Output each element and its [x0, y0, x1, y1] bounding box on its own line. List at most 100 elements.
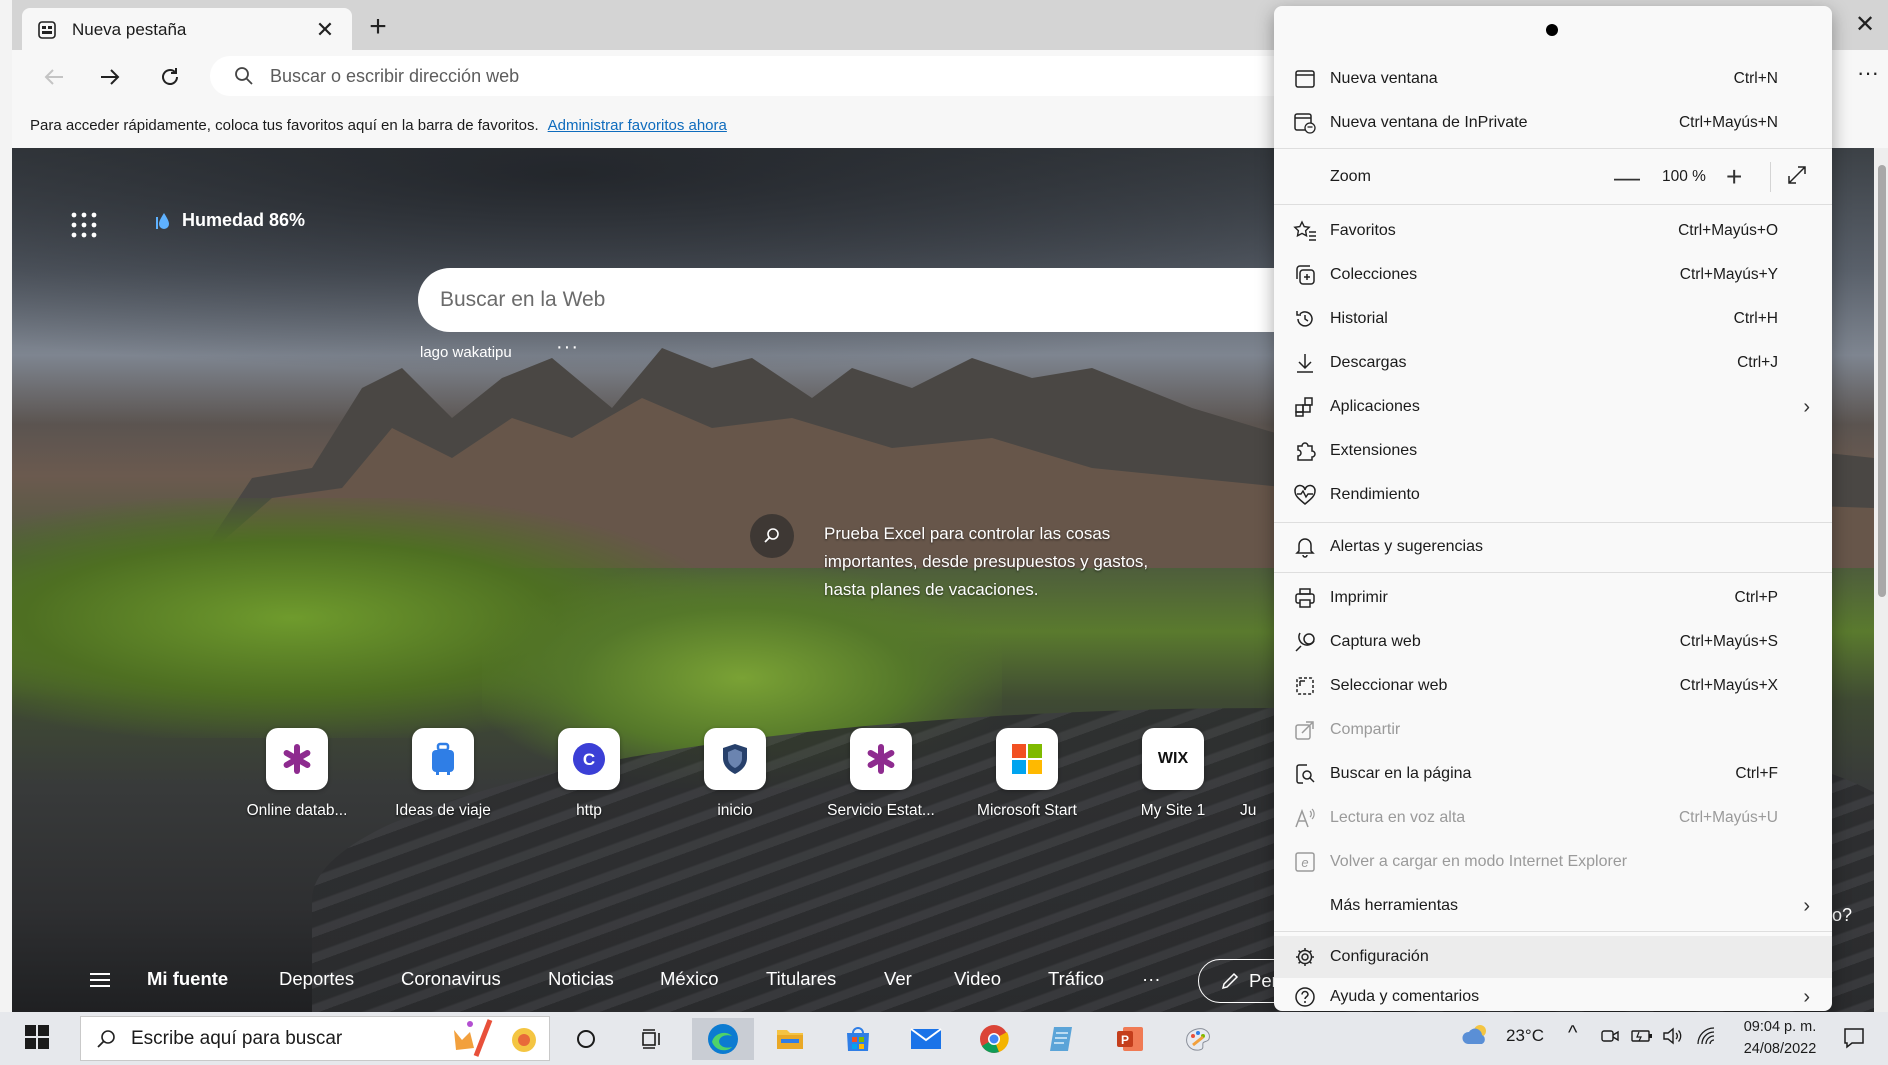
system-clock[interactable]: 09:04 p. m. 24/08/2022: [1736, 1016, 1824, 1060]
notes-app-icon[interactable]: [1040, 1018, 1084, 1060]
menu-item-inprivate-window[interactable]: Nueva ventana de InPrivate Ctrl+Mayús+N: [1274, 102, 1832, 144]
menu-item-downloads[interactable]: Descargas Ctrl+J: [1274, 342, 1832, 384]
menu-separator: [1274, 522, 1832, 523]
tile-label: Online datab...: [246, 802, 348, 819]
menu-item-help[interactable]: Ayuda y comentarios ›: [1274, 982, 1832, 1012]
weather-widget[interactable]: Humedad 86%: [154, 210, 305, 231]
page-scrollbar-thumb[interactable]: [1878, 165, 1886, 597]
background-more-button[interactable]: ···: [556, 336, 579, 359]
asterisk-purple-icon: [850, 728, 912, 790]
tile-label: inicio: [717, 802, 753, 819]
menu-item-performance[interactable]: Rendimiento: [1274, 474, 1832, 516]
chevron-right-icon: ›: [1803, 395, 1810, 418]
zoom-in-button[interactable]: +: [1726, 161, 1742, 193]
fullscreen-icon[interactable]: [1786, 164, 1808, 191]
favorites-icon: [1292, 218, 1318, 244]
search-highlight-illustration-icon[interactable]: [450, 1016, 546, 1060]
battery-plug-icon[interactable]: [1630, 1026, 1654, 1051]
menu-item-apps[interactable]: Aplicaciones ›: [1274, 386, 1832, 428]
microsoft-store-icon[interactable]: [836, 1018, 880, 1060]
feed-tab-trafico[interactable]: Tráfico: [1048, 968, 1104, 990]
menu-item-favorites[interactable]: Favoritos Ctrl+Mayús+O: [1274, 210, 1832, 252]
volume-icon[interactable]: [1662, 1026, 1684, 1051]
gear-icon: [1292, 944, 1318, 970]
window-icon: [1292, 66, 1318, 92]
feed-tab-coronavirus[interactable]: Coronavirus: [401, 968, 501, 990]
feed-more-button[interactable]: ···: [1142, 968, 1160, 990]
manage-favorites-link[interactable]: Administrar favoritos ahora: [548, 117, 727, 134]
background-image-caption[interactable]: lago wakatipu: [420, 344, 512, 361]
window-edge: [0, 0, 12, 1065]
quick-link-tile[interactable]: C http: [524, 728, 654, 820]
meet-now-icon[interactable]: [1600, 1026, 1620, 1051]
powerpoint-icon[interactable]: P: [1108, 1018, 1152, 1060]
quick-link-tile[interactable]: Online datab...: [232, 728, 362, 820]
menu-item-web-select[interactable]: Seleccionar web Ctrl+Mayús+X: [1274, 665, 1832, 707]
zoom-level: 100 %: [1662, 168, 1706, 185]
tile-label: Servicio Estat...: [827, 802, 935, 819]
share-icon: [1292, 717, 1318, 743]
menu-item-print[interactable]: Imprimir Ctrl+P: [1274, 577, 1832, 619]
mail-icon[interactable]: [904, 1018, 948, 1060]
menu-item-new-window[interactable]: Nueva ventana Ctrl+N: [1274, 58, 1832, 100]
menu-item-collections[interactable]: Colecciones Ctrl+Mayús+Y: [1274, 254, 1832, 296]
forward-button[interactable]: [90, 60, 130, 94]
edge-browser-icon[interactable]: [692, 1018, 754, 1060]
promo-search-icon[interactable]: [750, 514, 794, 558]
hamburger-menu-icon[interactable]: [88, 968, 112, 992]
wifi-icon[interactable]: [1696, 1026, 1718, 1051]
menu-item-extensions[interactable]: Extensiones: [1274, 430, 1832, 472]
refresh-icon: [162, 68, 178, 85]
back-button[interactable]: [34, 60, 74, 94]
chevron-up-icon[interactable]: ^: [1568, 1022, 1577, 1045]
web-search-box[interactable]: Buscar en la Web: [418, 268, 1378, 332]
feed-tab-titulares[interactable]: Titulares: [766, 968, 836, 990]
feed-tab-mexico[interactable]: México: [660, 968, 719, 990]
web-search-placeholder: Buscar en la Web: [440, 288, 606, 311]
svg-text:e: e: [1301, 855, 1308, 870]
quick-link-tile[interactable]: Microsoft Start: [962, 728, 1092, 820]
clock-date: 24/08/2022: [1743, 1041, 1817, 1057]
chrome-browser-icon[interactable]: [972, 1018, 1016, 1060]
menu-item-more-tools[interactable]: Más herramientas ›: [1274, 885, 1832, 927]
settings-and-more-button[interactable]: ···: [1848, 58, 1888, 94]
menu-item-settings[interactable]: Configuración: [1274, 936, 1832, 978]
web-select-icon: [1292, 673, 1318, 699]
zoom-out-button[interactable]: —: [1614, 162, 1640, 193]
humidity-text: Humedad 86%: [182, 210, 306, 230]
feed-tab-mi-fuente[interactable]: Mi fuente: [147, 968, 228, 990]
address-bar[interactable]: Buscar o escribir dirección web: [210, 56, 1310, 96]
feed-tab-video[interactable]: Video: [954, 968, 1001, 990]
temperature-text[interactable]: 23°C: [1506, 1026, 1544, 1046]
quick-link-tile[interactable]: inicio: [670, 728, 800, 820]
feed-tab-deportes[interactable]: Deportes: [279, 968, 354, 990]
notification-center-icon[interactable]: [1842, 1026, 1868, 1052]
pencil-icon: [1221, 972, 1239, 990]
tab-close-icon[interactable]: ✕: [312, 17, 338, 43]
weather-cloud-icon[interactable]: [1462, 1022, 1492, 1053]
tab-nueva-pestana[interactable]: Nueva pestaña ✕: [22, 8, 352, 52]
refresh-button[interactable]: [150, 60, 190, 94]
cortana-icon[interactable]: [564, 1018, 608, 1060]
quick-link-tile[interactable]: WIX My Site 1: [1108, 728, 1238, 820]
find-icon: [1292, 761, 1318, 787]
quick-link-tile[interactable]: Ideas de viaje: [378, 728, 508, 820]
paint-app-icon[interactable]: [1176, 1018, 1220, 1060]
quick-link-tile[interactable]: Servicio Estat...: [816, 728, 946, 820]
new-tab-page-icon: [36, 19, 58, 41]
app-launcher-icon[interactable]: [70, 211, 98, 239]
menu-item-alerts[interactable]: Alertas y sugerencias: [1274, 526, 1832, 568]
menu-item-web-capture[interactable]: Captura web Ctrl+Mayús+S: [1274, 621, 1832, 663]
new-tab-button[interactable]: +: [362, 12, 394, 44]
promo-text[interactable]: Prueba Excel para controlar las cosas im…: [824, 520, 1164, 604]
feed-tab-noticias[interactable]: Noticias: [548, 968, 614, 990]
menu-item-history[interactable]: Historial Ctrl+H: [1274, 298, 1832, 340]
file-explorer-icon[interactable]: [768, 1018, 812, 1060]
menu-item-find-on-page[interactable]: Buscar en la página Ctrl+F: [1274, 753, 1832, 795]
feed-tab-ver[interactable]: Ver: [884, 968, 912, 990]
window-close-icon[interactable]: ✕: [1845, 10, 1885, 42]
inprivate-icon: [1292, 110, 1318, 136]
task-view-icon[interactable]: [630, 1018, 674, 1060]
settings-and-more-menu: Nueva ventana Ctrl+N Nueva ventana de In…: [1274, 6, 1832, 1011]
windows-start-icon[interactable]: [24, 1024, 52, 1052]
